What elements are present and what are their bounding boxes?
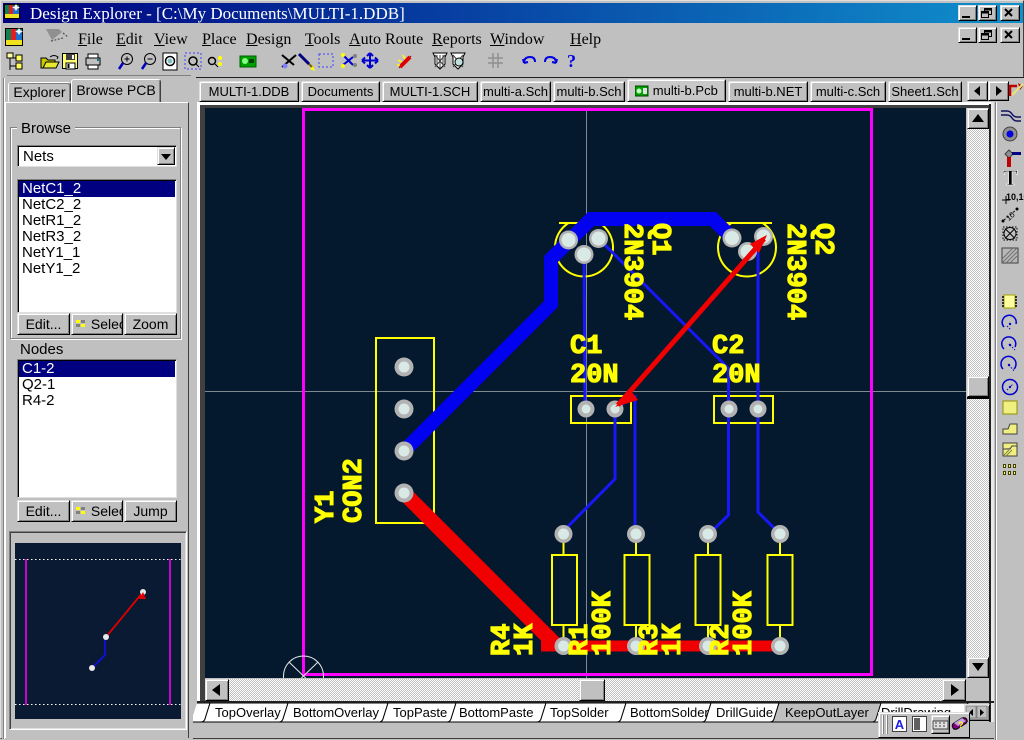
svg-text:KeepOutLayer: KeepOutLayer: [785, 705, 870, 720]
svg-text:TopOverlay: TopOverlay: [215, 705, 281, 720]
svg-text:TopSolder: TopSolder: [550, 705, 609, 720]
svg-text:BottomOverlay: BottomOverlay: [293, 705, 379, 720]
svg-text:?: ?: [958, 720, 964, 730]
svg-text:DrillGuide: DrillGuide: [716, 705, 773, 720]
svg-text:10: 10: [1004, 210, 1017, 223]
svg-text:TopPaste: TopPaste: [393, 705, 447, 720]
svg-text:BottomPaste: BottomPaste: [459, 705, 533, 720]
svg-text:BottomSolder: BottomSolder: [630, 705, 709, 720]
svg-text:T: T: [1003, 165, 1018, 190]
svg-text:?: ?: [567, 51, 576, 71]
